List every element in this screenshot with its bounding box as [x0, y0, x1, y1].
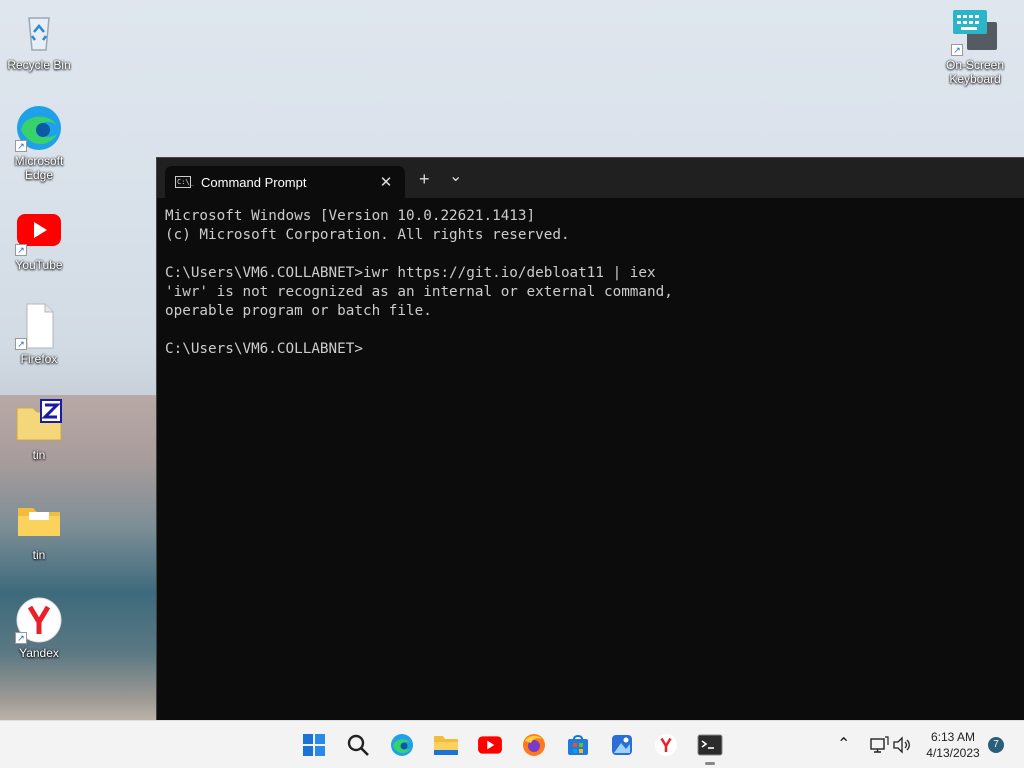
youtube-icon: ↗	[15, 208, 63, 256]
zip-archive-icon	[15, 398, 63, 446]
yandex-icon	[655, 734, 677, 756]
terminal-window[interactable]: C:\_ Command Prompt ✕ + ⌄ Microsoft Wind…	[156, 157, 1024, 720]
desktop-icon-label: Firefox	[20, 352, 58, 366]
shortcut-arrow-icon: ↗	[951, 44, 963, 56]
desktop-icon-label: YouTube	[15, 258, 63, 272]
folder-icon	[434, 736, 458, 755]
shortcut-arrow-icon: ↗	[15, 244, 27, 256]
close-tab-button[interactable]: ✕	[377, 173, 395, 191]
taskbar-yandex[interactable]	[653, 732, 679, 758]
tab-dropdown-button[interactable]: ⌄	[449, 168, 462, 186]
terminal-prompt-line[interactable]: C:\Users\VM6.COLLABNET>	[165, 340, 1016, 359]
firefox-icon	[523, 734, 545, 756]
desktop-icon-tin-folder[interactable]: tin	[3, 498, 75, 562]
taskbar-file-explorer[interactable]	[433, 732, 459, 758]
edge-icon	[391, 734, 413, 756]
search-icon	[347, 734, 369, 756]
desktop-icon-tin-archive[interactable]: tin	[3, 398, 75, 462]
tab-title: Command Prompt	[201, 174, 307, 190]
title-bar[interactable]: C:\_ Command Prompt ✕ + ⌄	[157, 158, 1024, 198]
new-tab-button[interactable]: +	[419, 170, 430, 188]
photos-icon	[612, 735, 632, 755]
terminal-output[interactable]: Microsoft Windows [Version 10.0.22621.14…	[157, 198, 1024, 368]
desktop-icon-firefox[interactable]: ↗ Firefox	[3, 302, 75, 366]
desktop-icon-edge[interactable]: ↗ Microsoft Edge	[3, 104, 75, 182]
desktop-icon-on-screen-keyboard[interactable]: ↗ On-Screen Keyboard	[939, 8, 1011, 86]
desktop-icon-label: tin	[32, 448, 46, 462]
taskbar: ⌃ 6:13 AM 4/13/2023 7	[0, 720, 1024, 768]
start-button[interactable]	[301, 732, 327, 758]
terminal-line: C:\Users\VM6.COLLABNET>iwr https://git.i…	[165, 265, 656, 281]
clock[interactable]: 6:13 AM 4/13/2023	[921, 729, 985, 761]
clock-date: 4/13/2023	[926, 746, 980, 760]
show-hidden-icons-chevron-up-icon[interactable]: ⌃	[837, 734, 850, 754]
recycle-bin-icon	[15, 8, 63, 56]
blank-document-icon: ↗	[15, 302, 63, 350]
taskbar-terminal[interactable]	[697, 732, 723, 758]
search-button[interactable]	[345, 732, 371, 758]
taskbar-firefox[interactable]	[521, 732, 547, 758]
active-app-indicator	[705, 762, 715, 765]
yandex-icon: ↗	[15, 596, 63, 644]
terminal-line: (c) Microsoft Corporation. All rights re…	[165, 227, 570, 243]
terminal-line: 'iwr' is not recognized as an internal o…	[165, 284, 673, 300]
desktop-icon-label: Microsoft Edge	[14, 154, 64, 182]
terminal-line: operable program or batch file.	[165, 303, 432, 319]
shortcut-arrow-icon: ↗	[15, 140, 27, 152]
volume-icon[interactable]	[889, 732, 915, 758]
desktop-icon-label: tin	[32, 548, 46, 562]
desktop-icon-label: Recycle Bin	[7, 58, 71, 72]
taskbar-youtube[interactable]	[477, 732, 503, 758]
desktop-icon-yandex[interactable]: ↗ Yandex	[3, 596, 75, 660]
clock-time: 6:13 AM	[930, 730, 976, 744]
taskbar-edge[interactable]	[389, 732, 415, 758]
terminal-icon	[697, 734, 723, 756]
shortcut-arrow-icon: ↗	[15, 632, 27, 644]
command-prompt-icon: C:\_	[175, 176, 194, 188]
taskbar-photos[interactable]	[609, 732, 635, 758]
youtube-icon	[478, 736, 502, 754]
taskbar-store[interactable]	[565, 732, 591, 758]
windows-icon	[303, 734, 325, 756]
tab-command-prompt[interactable]: C:\_ Command Prompt ✕	[165, 166, 405, 198]
folder-icon	[15, 498, 63, 546]
desktop-icon-recycle-bin[interactable]: Recycle Bin	[3, 8, 75, 72]
notification-badge[interactable]: 7	[988, 737, 1004, 753]
shortcut-arrow-icon: ↗	[15, 338, 27, 350]
desktop-icon-label: On-Screen Keyboard	[945, 58, 1005, 86]
desktop-icon-youtube[interactable]: ↗ YouTube	[3, 208, 75, 272]
desktop-icon-label: Yandex	[19, 646, 59, 660]
terminal-line: Microsoft Windows [Version 10.0.22621.14…	[165, 208, 536, 224]
keyboard-icon: ↗	[951, 8, 999, 56]
edge-icon: ↗	[15, 104, 63, 152]
store-icon	[568, 735, 588, 755]
